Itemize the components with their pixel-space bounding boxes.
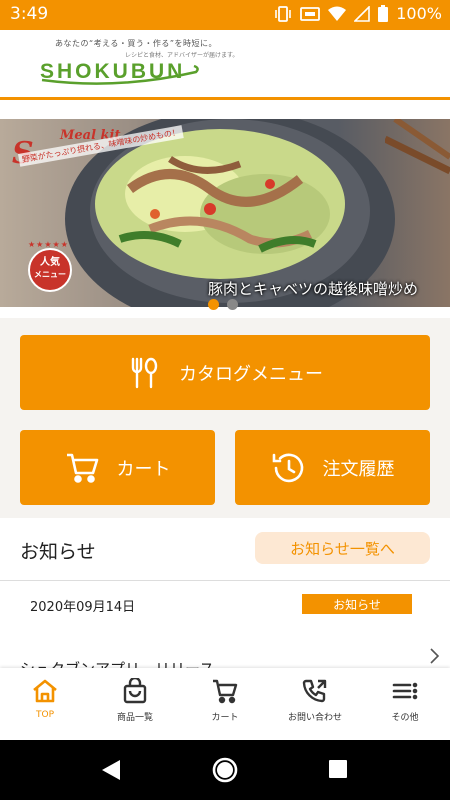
nav-label-other: その他: [391, 713, 419, 723]
nav-item-cart[interactable]: カート: [180, 678, 270, 723]
popular-badge-line1: 人気: [40, 257, 60, 268]
bag-icon: [123, 678, 147, 704]
phone-icon: [302, 679, 327, 703]
popular-badge-line2: メニュー: [34, 270, 66, 279]
banner-caption: 豚肉とキャベツの越後味噌炒め: [208, 280, 419, 298]
carousel-dots: [208, 299, 238, 310]
wifi-icon: [328, 6, 347, 21]
cart-icon: [213, 679, 238, 704]
nav-item-products[interactable]: 商品一覧: [90, 678, 180, 723]
news-title: お知らせ: [20, 541, 96, 563]
catalog-menu-button[interactable]: カタログメニュー: [20, 335, 430, 410]
cast-icon: [300, 6, 321, 21]
cart-button[interactable]: カート: [20, 430, 215, 505]
battery-percent: 100%: [396, 4, 442, 23]
signal-icon: [354, 5, 371, 22]
status-icons: 100%: [274, 4, 442, 23]
back-icon[interactable]: [100, 758, 122, 782]
logo[interactable]: SHOKUBUN: [40, 60, 185, 84]
catalog-menu-label: カタログメニュー: [179, 363, 323, 385]
vibrate-icon: [275, 5, 292, 22]
news-date: 2020年09月14日: [30, 600, 136, 615]
news-tag: お知らせ: [302, 594, 412, 614]
home-icon: [33, 679, 57, 703]
home-button-icon[interactable]: [211, 756, 239, 784]
news-list-button[interactable]: お知らせ一覧へ: [255, 532, 430, 564]
nav-item-other[interactable]: その他: [360, 678, 450, 723]
header-divider: [0, 97, 450, 100]
nav-label-products: 商品一覧: [116, 713, 153, 723]
recents-icon[interactable]: [328, 759, 348, 779]
carousel-dot[interactable]: [208, 299, 219, 310]
system-nav-bar: [0, 740, 450, 800]
nav-label-cart: カート: [211, 713, 239, 723]
nav-label-top: TOP: [35, 710, 54, 720]
order-history-button[interactable]: 注文履歴: [235, 430, 430, 505]
battery-icon: [378, 5, 389, 22]
nav-item-top[interactable]: TOP: [0, 678, 90, 720]
chopsticks-image: [385, 119, 450, 175]
chevron-right-icon[interactable]: [428, 646, 442, 666]
carousel-dot[interactable]: [227, 299, 238, 310]
nav-item-contact[interactable]: お問い合わせ: [270, 678, 360, 723]
menu-icon: [392, 682, 418, 700]
status-time: 3:49: [10, 4, 49, 24]
divider: [0, 580, 450, 581]
badge-stars-icon: ★★★★★: [28, 240, 69, 249]
order-history-label: 注文履歴: [322, 458, 395, 480]
tagline: あなたの“考える・買う・作る”を時短に。: [55, 39, 218, 48]
cart-icon: [66, 453, 98, 483]
history-icon: [272, 453, 303, 482]
cutlery-icon: [131, 357, 158, 388]
nav-label-contact: お問い合わせ: [287, 713, 342, 723]
popular-badge: 人気 メニュー: [28, 248, 72, 292]
cart-label: カート: [116, 458, 171, 480]
